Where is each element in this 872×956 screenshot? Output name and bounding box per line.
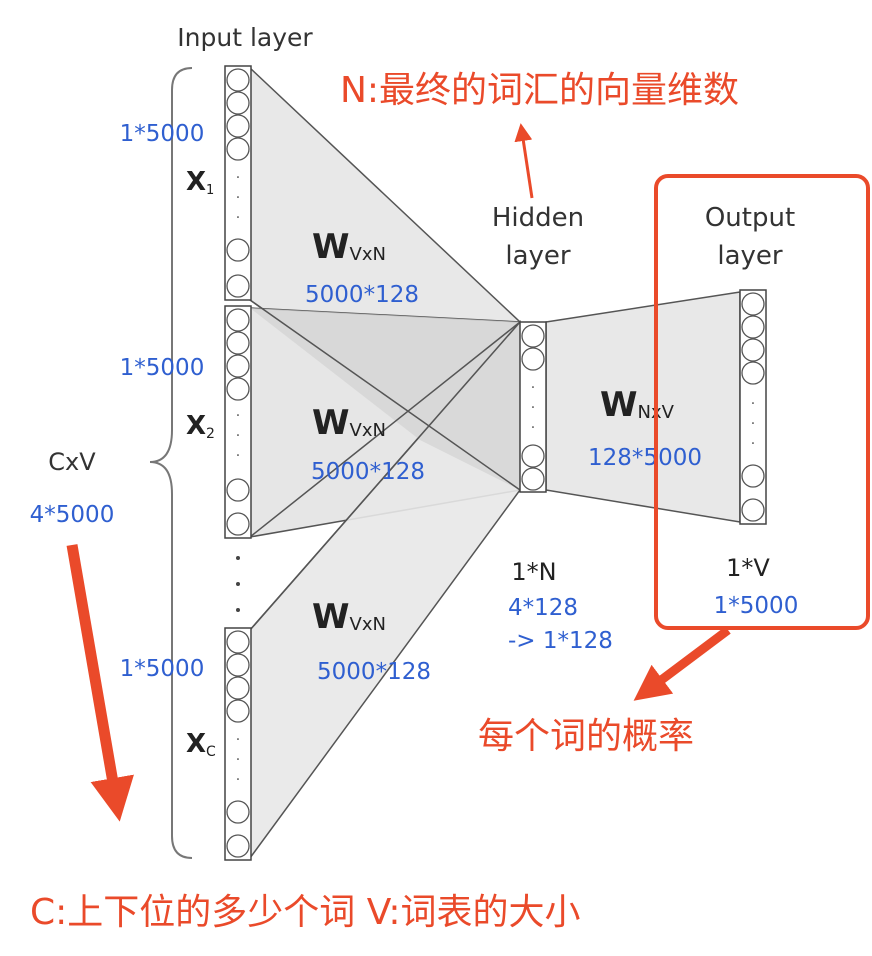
w2-dim: 5000*128 [311,459,425,485]
output-layer-label-line1: Output [705,203,795,233]
x2-dim: 1*5000 [120,355,205,381]
w1-dim: 5000*128 [305,282,419,308]
svg-text:·: · [236,408,240,424]
svg-text:·: · [751,416,755,432]
output-size-label: 1*V [726,554,770,582]
w-out-dim: 128*5000 [588,445,702,471]
diagram-canvas: · · · · · · · · · · · · · · · Input laye… [30,23,870,933]
svg-text:·: · [531,420,535,436]
svg-text:·: · [236,190,240,206]
output-layer-label-line2: layer [717,241,783,271]
hidden-layer-label-line1: Hidden [492,203,584,233]
svg-text:·: · [751,396,755,412]
svg-text:·: · [236,448,240,464]
w3-dim: 5000*128 [317,659,431,685]
svg-text:·: · [236,732,240,748]
input-nodes-xc: · · · [224,627,252,861]
svg-text:·: · [751,436,755,452]
hidden-size-label: 1*N [511,558,556,586]
xc-dim: 1*5000 [120,656,205,682]
hidden-dim-1: 4*128 [508,595,578,621]
note-c-v-definition: C:上下位的多少个词 V:词表的大小 [30,892,581,933]
hidden-nodes: · · · [519,321,547,493]
svg-text:·: · [236,210,240,226]
arrow-down-left [66,544,134,822]
arrow-to-hidden [514,123,534,199]
word2vec-cbow-diagram: · · · · · · · · · · · · · · · Input laye… [0,0,872,952]
xc-label: XC [186,729,216,760]
output-dim: 1*5000 [714,593,799,619]
svg-text:·: · [236,752,240,768]
svg-text:·: · [531,400,535,416]
x2-label: X2 [186,411,215,442]
cxv-label: CxV [48,448,96,476]
svg-text:·: · [236,772,240,788]
hidden-dim-2: -> 1*128 [508,628,613,654]
input-nodes-x2: · · · [224,305,252,539]
arrow-to-probability [633,626,731,701]
svg-text:·: · [236,170,240,186]
x1-label: X1 [186,167,214,198]
input-nodes-x1: · · · [224,65,252,301]
note-n-dimension: N:最终的词汇的向量维数 [340,70,739,111]
svg-text:·: · [236,428,240,444]
x1-dim: 1*5000 [120,121,205,147]
cxv-dim: 4*5000 [30,502,115,528]
input-layer-label: Input layer [177,23,313,52]
ellipsis-dots [236,556,240,612]
svg-text:·: · [531,380,535,396]
note-word-probability: 每个词的概率 [478,716,694,757]
hidden-layer-label-line2: layer [505,241,571,271]
output-nodes: · · · [739,289,767,525]
